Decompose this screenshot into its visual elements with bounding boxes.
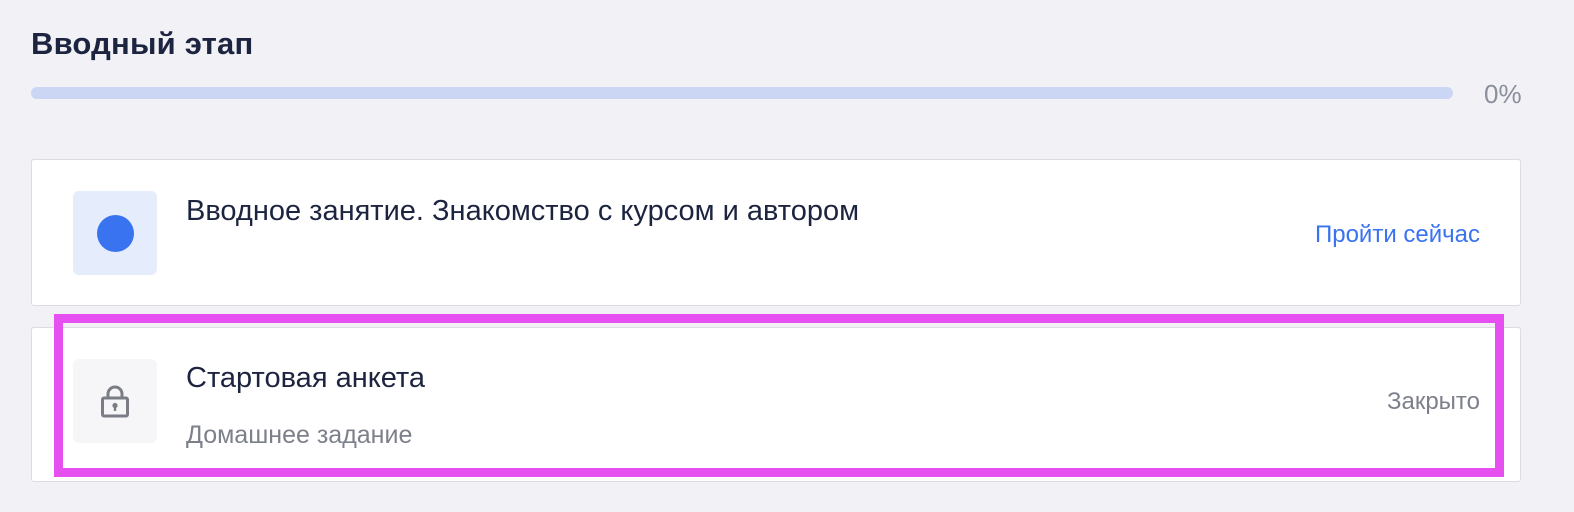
stage-progress-bar	[31, 87, 1453, 99]
lock-icon	[101, 385, 129, 418]
lesson-title[interactable]: Вводное занятие. Знакомство с курсом и а…	[186, 195, 859, 228]
lesson-card-questionnaire[interactable]: Стартовая анкета Домашнее задание Закрыт…	[31, 327, 1521, 482]
lesson-type-label: Домашнее задание	[186, 421, 413, 449]
stage-title: Вводный этап	[31, 26, 254, 61]
lesson-title[interactable]: Стартовая анкета	[186, 362, 425, 395]
stage-progress-percent: 0%	[1484, 79, 1522, 109]
start-now-link[interactable]: Пройти сейчас	[1315, 221, 1480, 249]
lesson-card-intro[interactable]: Вводное занятие. Знакомство с курсом и а…	[31, 159, 1521, 306]
lesson-status-closed: Закрыто	[1386, 388, 1480, 415]
dot-icon	[96, 214, 134, 252]
lesson-thumbnail	[73, 359, 157, 443]
lesson-thumbnail	[73, 191, 157, 275]
